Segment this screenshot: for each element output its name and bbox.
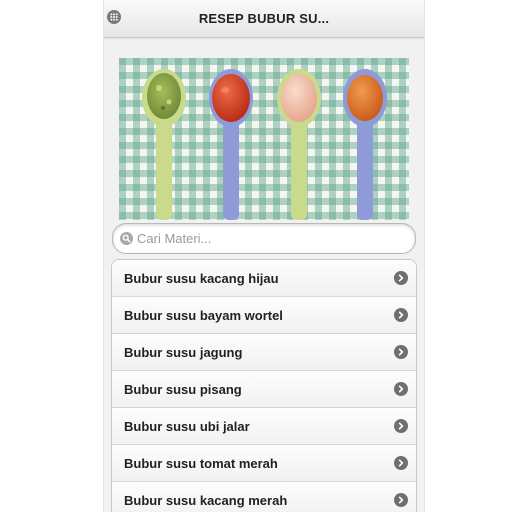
grid-menu-icon[interactable] — [107, 10, 121, 24]
list-item[interactable]: Bubur susu ubi jalar — [112, 408, 416, 445]
chevron-right-icon — [394, 419, 408, 433]
chevron-right-icon — [394, 271, 408, 285]
list-item-label: Bubur susu jagung — [124, 345, 243, 360]
list-item[interactable]: Bubur susu pisang — [112, 371, 416, 408]
page-title: RESEP BUBUR SU... — [198, 11, 330, 26]
chevron-right-icon — [394, 456, 408, 470]
recipe-list: Bubur susu kacang hijau Bubur susu bayam … — [111, 259, 417, 512]
list-item[interactable]: Bubur susu tomat merah — [112, 445, 416, 482]
search-input[interactable] — [137, 228, 405, 248]
chevron-right-icon — [394, 493, 408, 507]
list-item-label: Bubur susu kacang merah — [124, 493, 288, 508]
list-item[interactable]: Bubur susu kacang merah — [112, 482, 416, 512]
list-item[interactable]: Bubur susu kacang hijau — [112, 260, 416, 297]
list-item[interactable]: Bubur susu jagung — [112, 334, 416, 371]
app-screen: RESEP BUBUR SU... Cari Materi... Bubur s… — [103, 0, 425, 512]
list-item-label: Bubur susu tomat merah — [124, 456, 278, 471]
search-bar — [112, 223, 416, 254]
list-item[interactable]: Bubur susu bayam wortel — [112, 297, 416, 334]
list-item-label: Bubur susu ubi jalar — [124, 419, 250, 434]
chevron-right-icon — [394, 345, 408, 359]
chevron-right-icon — [394, 382, 408, 396]
list-item-label: Bubur susu pisang — [124, 382, 242, 397]
header-bar: RESEP BUBUR SU... — [104, 0, 424, 38]
search-icon — [120, 232, 133, 245]
banner-image — [119, 58, 409, 220]
list-item-label: Bubur susu kacang hijau — [124, 271, 279, 286]
chevron-right-icon — [394, 308, 408, 322]
list-item-label: Bubur susu bayam wortel — [124, 308, 283, 323]
